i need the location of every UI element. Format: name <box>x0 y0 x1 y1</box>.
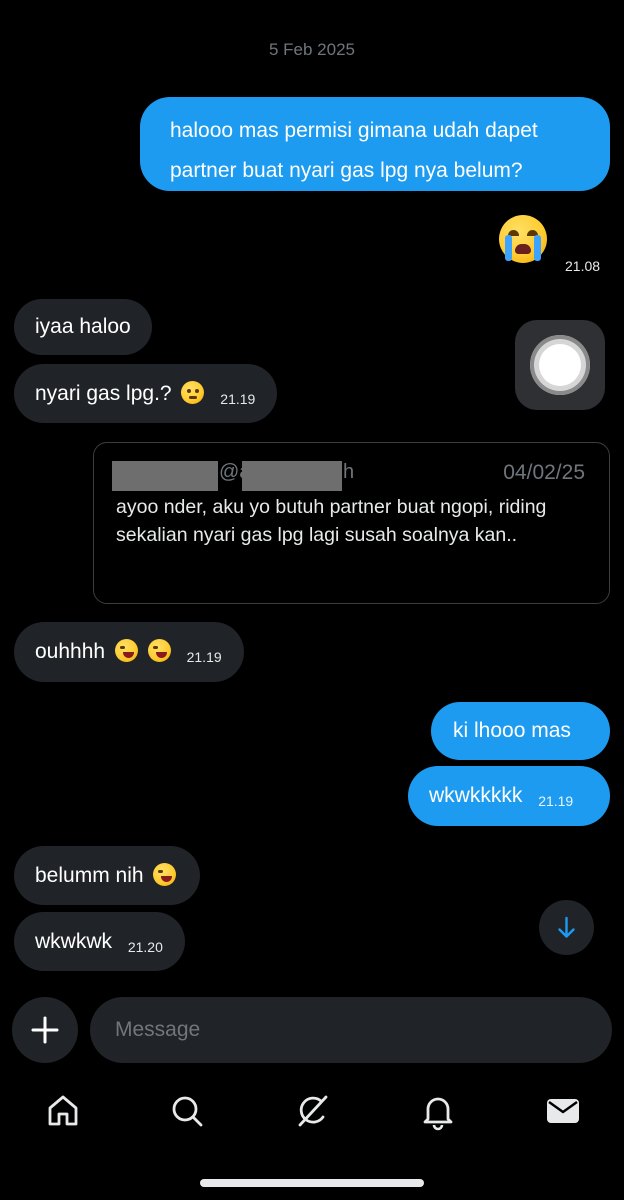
grok-icon <box>298 1095 328 1127</box>
message-text: nyari gas lpg.? <box>35 382 172 405</box>
message-time: 21.19 <box>186 649 222 665</box>
arrow-down-icon <box>558 916 575 938</box>
scroll-to-bottom-button[interactable] <box>539 900 594 955</box>
message-text-line: halooo mas permisi gimana udah dapet <box>170 119 538 142</box>
rolling-laughing-icon <box>153 863 177 886</box>
home-indicator <box>200 1179 424 1187</box>
message-bubble-outgoing[interactable]: wkwkkkkk 21.19 <box>408 766 610 826</box>
quoted-post-card[interactable]: @a h 04/02/25 ayoo nder, aku yo butuh pa… <box>93 442 610 604</box>
message-text-line: partner buat nyari gas lpg nya belum? <box>170 159 523 182</box>
message-time: 21.19 <box>538 793 574 809</box>
message-time: 21.20 <box>127 939 163 955</box>
date-separator: 5 Feb 2025 <box>268 40 355 59</box>
add-attachment-button[interactable] <box>12 997 78 1063</box>
message-bubble-incoming[interactable]: belumm nih <box>14 846 201 905</box>
messages-icon <box>547 1099 579 1123</box>
assistive-touch-button[interactable] <box>515 320 605 410</box>
message-text: wkwkwk <box>35 930 112 953</box>
message-bubble-incoming[interactable]: nyari gas lpg.? 21.19 <box>14 364 278 423</box>
tab-notifications[interactable] <box>418 1091 458 1131</box>
message-bubble-outgoing[interactable]: halooo mas permisi gimana udah dapet par… <box>140 97 610 191</box>
message-bubble-incoming[interactable]: ouhhhh 21.19 <box>14 622 244 682</box>
quoted-post-date: 04/02/25 <box>503 461 585 484</box>
handle-fragment: h <box>343 461 355 483</box>
message-time: 21.08 <box>565 258 601 274</box>
message-text: ouhhhh <box>35 640 106 663</box>
thinking-face-icon <box>181 381 205 404</box>
rolling-laughing-icon <box>147 639 171 662</box>
quoted-post-text: ayoo nder, aku yo butuh partner buat ngo… <box>116 496 547 546</box>
home-icon <box>48 1095 78 1126</box>
message-time: 21.19 <box>220 391 256 407</box>
message-text: belumm nih <box>35 864 144 887</box>
message-bubble-incoming[interactable]: wkwkwk 21.20 <box>14 912 185 971</box>
rolling-laughing-icon <box>114 639 138 662</box>
message-input[interactable] <box>90 997 612 1063</box>
message-text: iyaa haloo <box>35 315 131 338</box>
plus-icon <box>31 1016 59 1044</box>
notifications-icon <box>423 1097 453 1131</box>
tab-messages[interactable] <box>543 1091 583 1131</box>
redacted-handle <box>242 461 342 491</box>
redacted-display-name <box>112 461 218 491</box>
message-bubble-incoming[interactable]: iyaa haloo <box>14 299 152 355</box>
message-text: ki lhooo mas <box>453 719 571 742</box>
tab-search[interactable] <box>167 1091 207 1131</box>
tab-grok[interactable] <box>293 1091 333 1131</box>
search-icon <box>172 1096 203 1127</box>
tab-home[interactable] <box>43 1091 83 1131</box>
message-text: wkwkkkkk <box>429 784 523 807</box>
emoji-message[interactable] <box>499 215 547 263</box>
message-bubble-outgoing[interactable]: ki lhooo mas <box>431 702 610 760</box>
